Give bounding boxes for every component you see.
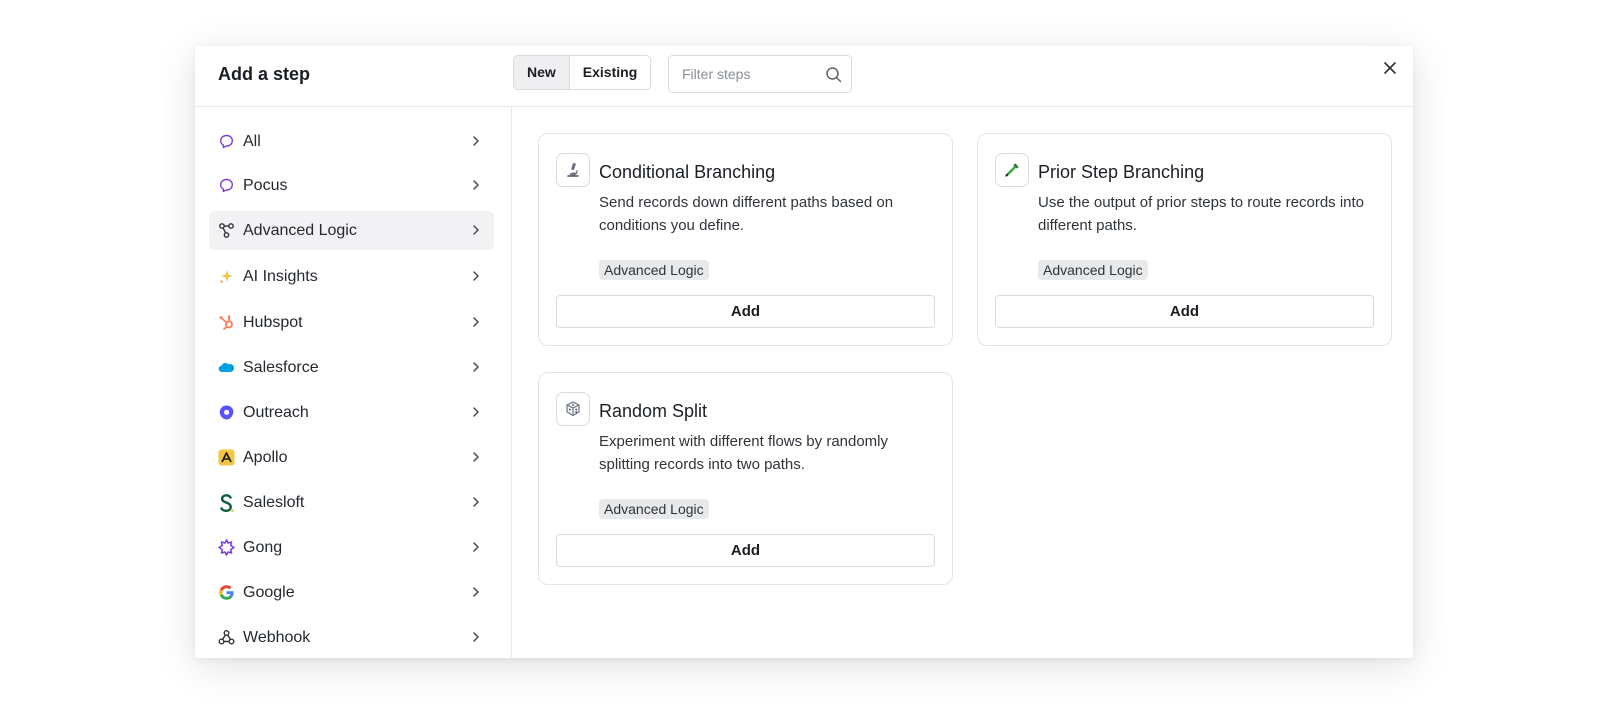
sidebar-item-label: Apollo [243,448,288,466]
sidebar-item-webhook[interactable]: Webhook [209,618,494,657]
salesloft-logo-icon [218,493,235,512]
category-tag: Advanced Logic [599,499,709,519]
toggle-new-button[interactable]: New [514,56,570,89]
outreach-logo-icon [218,404,235,421]
sidebar-item-label: Advanced Logic [243,221,357,239]
chevron-right-icon [473,632,479,642]
hubspot-logo-icon [218,314,235,331]
sidebar-item-label: Pocus [243,176,288,194]
sidebar-item-label: Google [243,583,295,601]
sidebar-item-salesforce[interactable]: Salesforce [209,348,494,387]
sidebar-item-label: Outreach [243,403,309,421]
brain-outline-icon [218,177,235,194]
sidebar-item-ai-insights[interactable]: AI Insights [209,257,494,296]
sidebar-item-label: Hubspot [243,313,303,331]
add-step-button[interactable]: Add [995,295,1374,328]
dialog-title: Add a step [218,64,311,84]
sidebar-item-outreach[interactable]: Outreach [209,393,494,432]
card-description: Experiment with different flows by rando… [599,433,889,473]
add-step-button[interactable]: Add [556,534,935,567]
webhook-icon [218,629,235,646]
sidebar-item-label: Salesforce [243,358,319,376]
chevron-right-icon [473,225,479,235]
chevron-right-icon [473,362,479,372]
filter-steps-input[interactable] [682,66,822,82]
chevron-right-icon [473,497,479,507]
chevron-right-icon [473,271,479,281]
dialog-header: Add a step New Existing [195,46,1413,107]
sidebar-item-advanced-logic[interactable]: Advanced Logic [209,211,494,250]
sidebar-item-hubspot[interactable]: Hubspot [209,303,494,342]
sidebar-item-label: AI Insights [243,267,318,285]
close-icon [1384,62,1396,74]
dice-icon [556,392,590,426]
gong-logo-icon [218,539,235,556]
card-title: Conditional Branching [599,162,776,182]
search-icon [825,66,842,88]
filter-steps-field [668,55,852,93]
salesforce-cloud-icon [218,359,235,376]
chevron-right-icon [473,452,479,462]
apollo-logo-icon [218,449,235,466]
category-tag: Advanced Logic [1038,260,1148,280]
sidebar-item-all[interactable]: All [209,122,494,161]
sidebar-item-google[interactable]: Google [209,573,494,612]
add-step-dialog: Add a step New Existing All P [195,46,1413,658]
sidebar-item-gong[interactable]: Gong [209,528,494,567]
sidebar-item-label: All [243,132,261,150]
sidebar-item-pocus[interactable]: Pocus [209,166,494,205]
google-logo-icon [218,584,235,601]
category-tag: Advanced Logic [599,260,709,280]
close-button[interactable] [1381,59,1399,77]
chevron-right-icon [473,180,479,190]
new-existing-toggle: New Existing [513,55,652,90]
chevron-right-icon [473,317,479,327]
sidebar-item-salesloft[interactable]: Salesloft [209,483,494,522]
microscope-icon [556,153,590,187]
category-sidebar: All Pocus Advanced Logic AI Insights Hub… [195,107,512,658]
chevron-right-icon [473,407,479,417]
card-title: Random Split [599,401,708,421]
pen-icon [995,153,1029,187]
sidebar-item-label: Webhook [243,628,311,646]
step-card-conditional-branching: Conditional Branching Send records down … [538,133,953,346]
card-description: Use the output of prior steps to route r… [1038,194,1365,234]
sparkles-icon [218,268,235,285]
toggle-existing-button[interactable]: Existing [569,56,651,89]
chevron-right-icon [473,587,479,597]
sidebar-item-apollo[interactable]: Apollo [209,438,494,477]
chevron-right-icon [473,542,479,552]
branch-nodes-icon [218,222,235,239]
step-card-prior-step-branching: Prior Step Branching Use the output of p… [977,133,1392,346]
brain-outline-icon [218,133,235,150]
step-card-random-split: Random Split Experiment with different f… [538,372,953,585]
card-description: Send records down different paths based … [599,194,894,234]
card-title: Prior Step Branching [1038,162,1205,182]
add-step-button[interactable]: Add [556,295,935,328]
chevron-right-icon [473,136,479,146]
sidebar-item-label: Gong [243,538,283,556]
sidebar-item-label: Salesloft [243,493,305,511]
